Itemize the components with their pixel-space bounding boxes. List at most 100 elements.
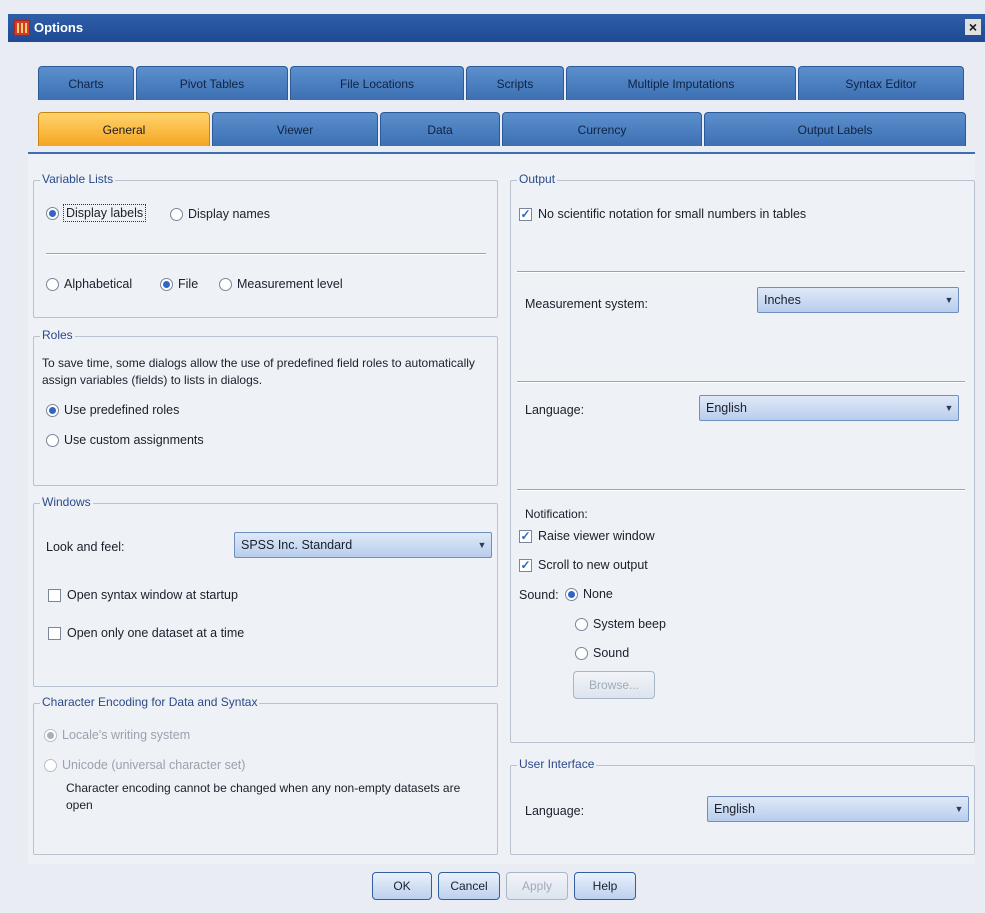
- title-bar: Options ×: [8, 14, 985, 42]
- sound-file-label: Sound: [593, 646, 630, 660]
- character-encoding-group: Character Encoding for Data and Syntax L…: [33, 695, 498, 855]
- close-icon[interactable]: ×: [965, 19, 981, 35]
- output-legend: Output: [517, 172, 558, 186]
- ui-language-label: Language:: [525, 804, 585, 818]
- tab-output-labels[interactable]: Output Labels: [704, 112, 966, 146]
- tab-currency[interactable]: Currency: [502, 112, 702, 146]
- roles-description: To save time, some dialogs allow the use…: [42, 356, 475, 387]
- raise-viewer-window-label: Raise viewer window: [538, 529, 655, 543]
- sound-label: Sound:: [519, 588, 559, 602]
- use-predefined-roles-radio[interactable]: Use predefined roles: [46, 403, 179, 417]
- tab-multiple-imputations[interactable]: Multiple Imputations: [566, 66, 796, 100]
- measurement-system-select[interactable]: Inches ▼: [757, 287, 959, 313]
- file-label: File: [178, 277, 199, 291]
- radio-dot-icon: [575, 617, 588, 631]
- tab-file-locations[interactable]: File Locations: [290, 66, 464, 100]
- sound-none-label: None: [583, 587, 613, 601]
- use-custom-assignments-radio[interactable]: Use custom assignments: [46, 433, 204, 447]
- scroll-to-new-output-label: Scroll to new output: [538, 558, 648, 572]
- radio-dot-icon: [46, 433, 59, 447]
- tab-data[interactable]: Data: [380, 112, 500, 146]
- output-language-value: English: [706, 401, 747, 415]
- output-group: Output ✓ No scientific notation for smal…: [510, 172, 975, 743]
- tab-charts[interactable]: Charts: [38, 66, 134, 100]
- output-language-select[interactable]: English ▼: [699, 395, 959, 421]
- sound-file-radio[interactable]: Sound: [575, 646, 629, 660]
- display-labels-label: Display labels: [62, 204, 147, 222]
- locale-writing-system-radio[interactable]: Locale's writing system: [44, 728, 190, 742]
- chevron-down-icon: ▼: [944, 295, 954, 305]
- look-and-feel-select[interactable]: SPSS Inc. Standard ▼: [234, 532, 492, 558]
- app-icon: [14, 20, 30, 36]
- checkmark-icon: ✓: [519, 557, 532, 572]
- output-separator-3: [517, 489, 965, 491]
- measurement-level-label: Measurement level: [237, 277, 343, 291]
- output-separator-1: [517, 271, 965, 273]
- chevron-down-icon: ▼: [944, 403, 954, 413]
- checkbox-icon: [48, 588, 61, 602]
- measurement-level-radio[interactable]: Measurement level: [219, 277, 343, 291]
- look-and-feel-label: Look and feel:: [46, 540, 125, 554]
- radio-dot-icon: [160, 277, 173, 291]
- radio-dot-icon: [44, 758, 57, 772]
- tab-pivot-tables[interactable]: Pivot Tables: [136, 66, 288, 100]
- chevron-down-icon: ▼: [477, 540, 487, 550]
- alphabetical-label: Alphabetical: [64, 277, 133, 291]
- checkmark-icon: ✓: [519, 206, 532, 221]
- measurement-system-value: Inches: [764, 293, 801, 307]
- system-beep-label: System beep: [593, 617, 666, 631]
- tab-scripts[interactable]: Scripts: [466, 66, 564, 100]
- options-dialog: Options × Charts Pivot Tables File Locat…: [0, 0, 985, 913]
- chevron-down-icon: ▼: [954, 804, 964, 814]
- measurement-system-label: Measurement system:: [525, 297, 648, 311]
- encoding-note: Character encoding cannot be changed whe…: [66, 781, 461, 812]
- window-title: Options: [34, 20, 84, 35]
- system-beep-radio[interactable]: System beep: [575, 617, 666, 631]
- windows-group: Windows Look and feel: SPSS Inc. Standar…: [33, 495, 498, 687]
- scroll-to-new-output-checkbox[interactable]: ✓ Scroll to new output: [519, 558, 648, 572]
- display-labels-radio[interactable]: Display labels: [46, 204, 147, 222]
- notification-label: Notification:: [525, 507, 588, 521]
- open-syntax-window-checkbox[interactable]: Open syntax window at startup: [48, 588, 238, 602]
- file-radio[interactable]: File: [160, 277, 198, 291]
- unicode-radio[interactable]: Unicode (universal character set): [44, 758, 245, 772]
- open-one-dataset-checkbox[interactable]: Open only one dataset at a time: [48, 626, 244, 640]
- roles-group: Roles To save time, some dialogs allow t…: [33, 328, 498, 486]
- open-one-dataset-label: Open only one dataset at a time: [67, 626, 245, 640]
- tab-row-bottom: General Viewer Data Currency Output Labe…: [38, 112, 968, 146]
- raise-viewer-window-checkbox[interactable]: ✓ Raise viewer window: [519, 529, 655, 543]
- tab-row-top: Charts Pivot Tables File Locations Scrip…: [38, 66, 966, 100]
- character-encoding-legend: Character Encoding for Data and Syntax: [40, 695, 260, 709]
- ui-language-value: English: [714, 802, 755, 816]
- radio-dot-icon: [46, 403, 59, 417]
- radio-dot-icon: [46, 277, 59, 291]
- help-button[interactable]: Help: [574, 872, 636, 900]
- ok-button[interactable]: OK: [372, 872, 432, 900]
- output-language-label: Language:: [525, 403, 585, 417]
- sound-none-radio[interactable]: None: [565, 587, 613, 601]
- ui-language-select[interactable]: English ▼: [707, 796, 969, 822]
- tab-viewer[interactable]: Viewer: [212, 112, 378, 146]
- display-names-radio[interactable]: Display names: [170, 207, 270, 221]
- unicode-label: Unicode (universal character set): [62, 758, 246, 772]
- tab-syntax-editor[interactable]: Syntax Editor: [798, 66, 964, 100]
- radio-dot-icon: [565, 587, 578, 601]
- variable-lists-separator: [46, 253, 486, 255]
- no-scientific-notation-checkbox[interactable]: ✓ No scientific notation for small numbe…: [519, 207, 806, 221]
- windows-legend: Windows: [40, 495, 93, 509]
- alphabetical-radio[interactable]: Alphabetical: [46, 277, 132, 291]
- browse-button[interactable]: Browse...: [573, 671, 655, 699]
- use-predefined-roles-label: Use predefined roles: [64, 403, 180, 417]
- locale-writing-system-label: Locale's writing system: [62, 728, 191, 742]
- use-custom-assignments-label: Use custom assignments: [64, 433, 204, 447]
- display-names-label: Display names: [188, 207, 270, 221]
- no-scientific-notation-label: No scientific notation for small numbers…: [538, 207, 807, 221]
- apply-button[interactable]: Apply: [506, 872, 568, 900]
- cancel-button[interactable]: Cancel: [438, 872, 500, 900]
- radio-dot-icon: [170, 207, 183, 221]
- variable-lists-group: Variable Lists Display labels Display na…: [33, 172, 498, 318]
- radio-dot-icon: [575, 646, 588, 660]
- tab-general[interactable]: General: [38, 112, 210, 146]
- checkbox-icon: [48, 626, 61, 640]
- roles-legend: Roles: [40, 328, 75, 342]
